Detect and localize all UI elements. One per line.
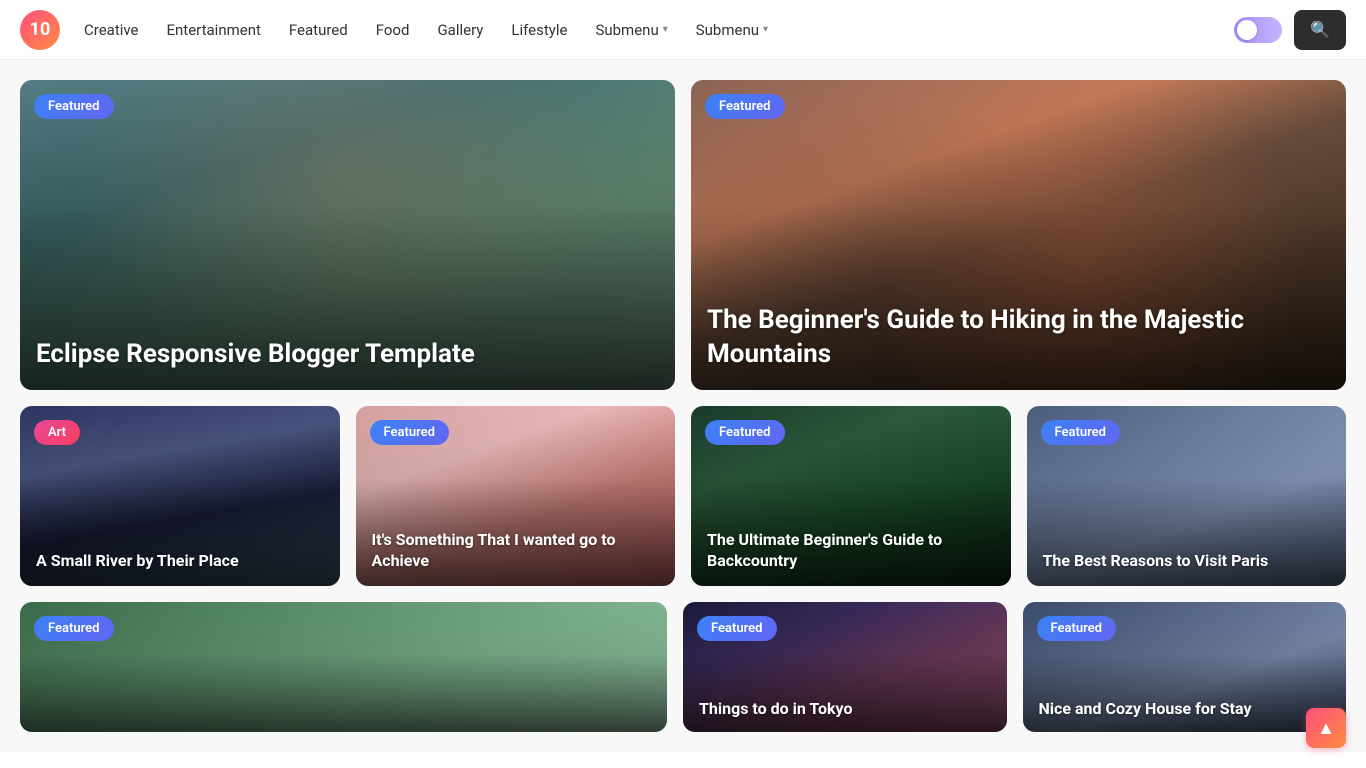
card-bottom-2[interactable]: Featured Things to do in Tokyo	[683, 602, 1007, 732]
arrow-up-icon: ▲	[1317, 718, 1335, 739]
top-row: Featured Eclipse Responsive Blogger Temp…	[20, 80, 1346, 390]
card-title: A Small River by Their Place	[36, 551, 324, 572]
bottom-row: Featured Featured Things to do in Tokyo …	[20, 602, 1346, 732]
card-badge: Featured	[370, 420, 450, 445]
main-content: Featured Eclipse Responsive Blogger Temp…	[0, 60, 1366, 752]
card-badge: Featured	[1041, 420, 1121, 445]
card-badge: Art	[34, 420, 80, 445]
card-badge: Featured	[697, 616, 777, 641]
nav-item-entertainment[interactable]: Entertainment	[167, 21, 261, 39]
card-medium-2[interactable]: Featured It's Something That I wanted go…	[356, 406, 676, 586]
card-title: The Ultimate Beginner's Guide to Backcou…	[707, 530, 995, 572]
toggle-knob	[1237, 20, 1257, 40]
card-large-1[interactable]: Featured Eclipse Responsive Blogger Temp…	[20, 80, 675, 390]
card-badge: Featured	[705, 420, 785, 445]
card-large-2[interactable]: Featured The Beginner's Guide to Hiking …	[691, 80, 1346, 390]
card-title: The Best Reasons to Visit Paris	[1043, 551, 1331, 572]
nav-item-submenu-1[interactable]: Submenu ▾	[595, 21, 667, 39]
nav-item-featured[interactable]: Featured	[289, 21, 348, 39]
nav-item-gallery[interactable]: Gallery	[437, 21, 483, 39]
card-medium-1[interactable]: Art A Small River by Their Place	[20, 406, 340, 586]
nav-item-lifestyle[interactable]: Lifestyle	[511, 21, 567, 39]
nav-item-submenu-2[interactable]: Submenu ▾	[696, 21, 768, 39]
navbar-right: 🔍	[1234, 10, 1346, 50]
card-bottom-1[interactable]: Featured	[20, 602, 667, 732]
card-title: Nice and Cozy House for Stay	[1039, 699, 1331, 720]
card-title: The Beginner's Guide to Hiking in the Ma…	[707, 304, 1330, 372]
mid-row: Art A Small River by Their Place Feature…	[20, 406, 1346, 586]
card-medium-3[interactable]: Featured The Ultimate Beginner's Guide t…	[691, 406, 1011, 586]
card-title: Eclipse Responsive Blogger Template	[36, 338, 659, 372]
chevron-down-icon: ▾	[763, 24, 768, 35]
search-icon: 🔍	[1310, 20, 1330, 40]
card-badge: Featured	[34, 94, 114, 119]
card-medium-4[interactable]: Featured The Best Reasons to Visit Paris	[1027, 406, 1347, 586]
card-badge: Featured	[1037, 616, 1117, 641]
card-bottom-3[interactable]: Featured Nice and Cozy House for Stay	[1023, 602, 1347, 732]
nav-item-food[interactable]: Food	[376, 21, 410, 39]
nav-menu: Creative Entertainment Featured Food Gal…	[84, 21, 1234, 39]
navbar: 10 Creative Entertainment Featured Food …	[0, 0, 1366, 60]
search-button[interactable]: 🔍	[1294, 10, 1346, 50]
card-overlay	[20, 602, 667, 732]
card-title: Things to do in Tokyo	[699, 699, 991, 720]
card-badge: Featured	[34, 616, 114, 641]
card-title: It's Something That I wanted go to Achie…	[372, 530, 660, 572]
card-badge: Featured	[705, 94, 785, 119]
dark-mode-toggle[interactable]	[1234, 17, 1282, 43]
site-logo[interactable]: 10	[20, 10, 60, 50]
chevron-down-icon: ▾	[663, 24, 668, 35]
nav-item-creative[interactable]: Creative	[84, 21, 139, 39]
